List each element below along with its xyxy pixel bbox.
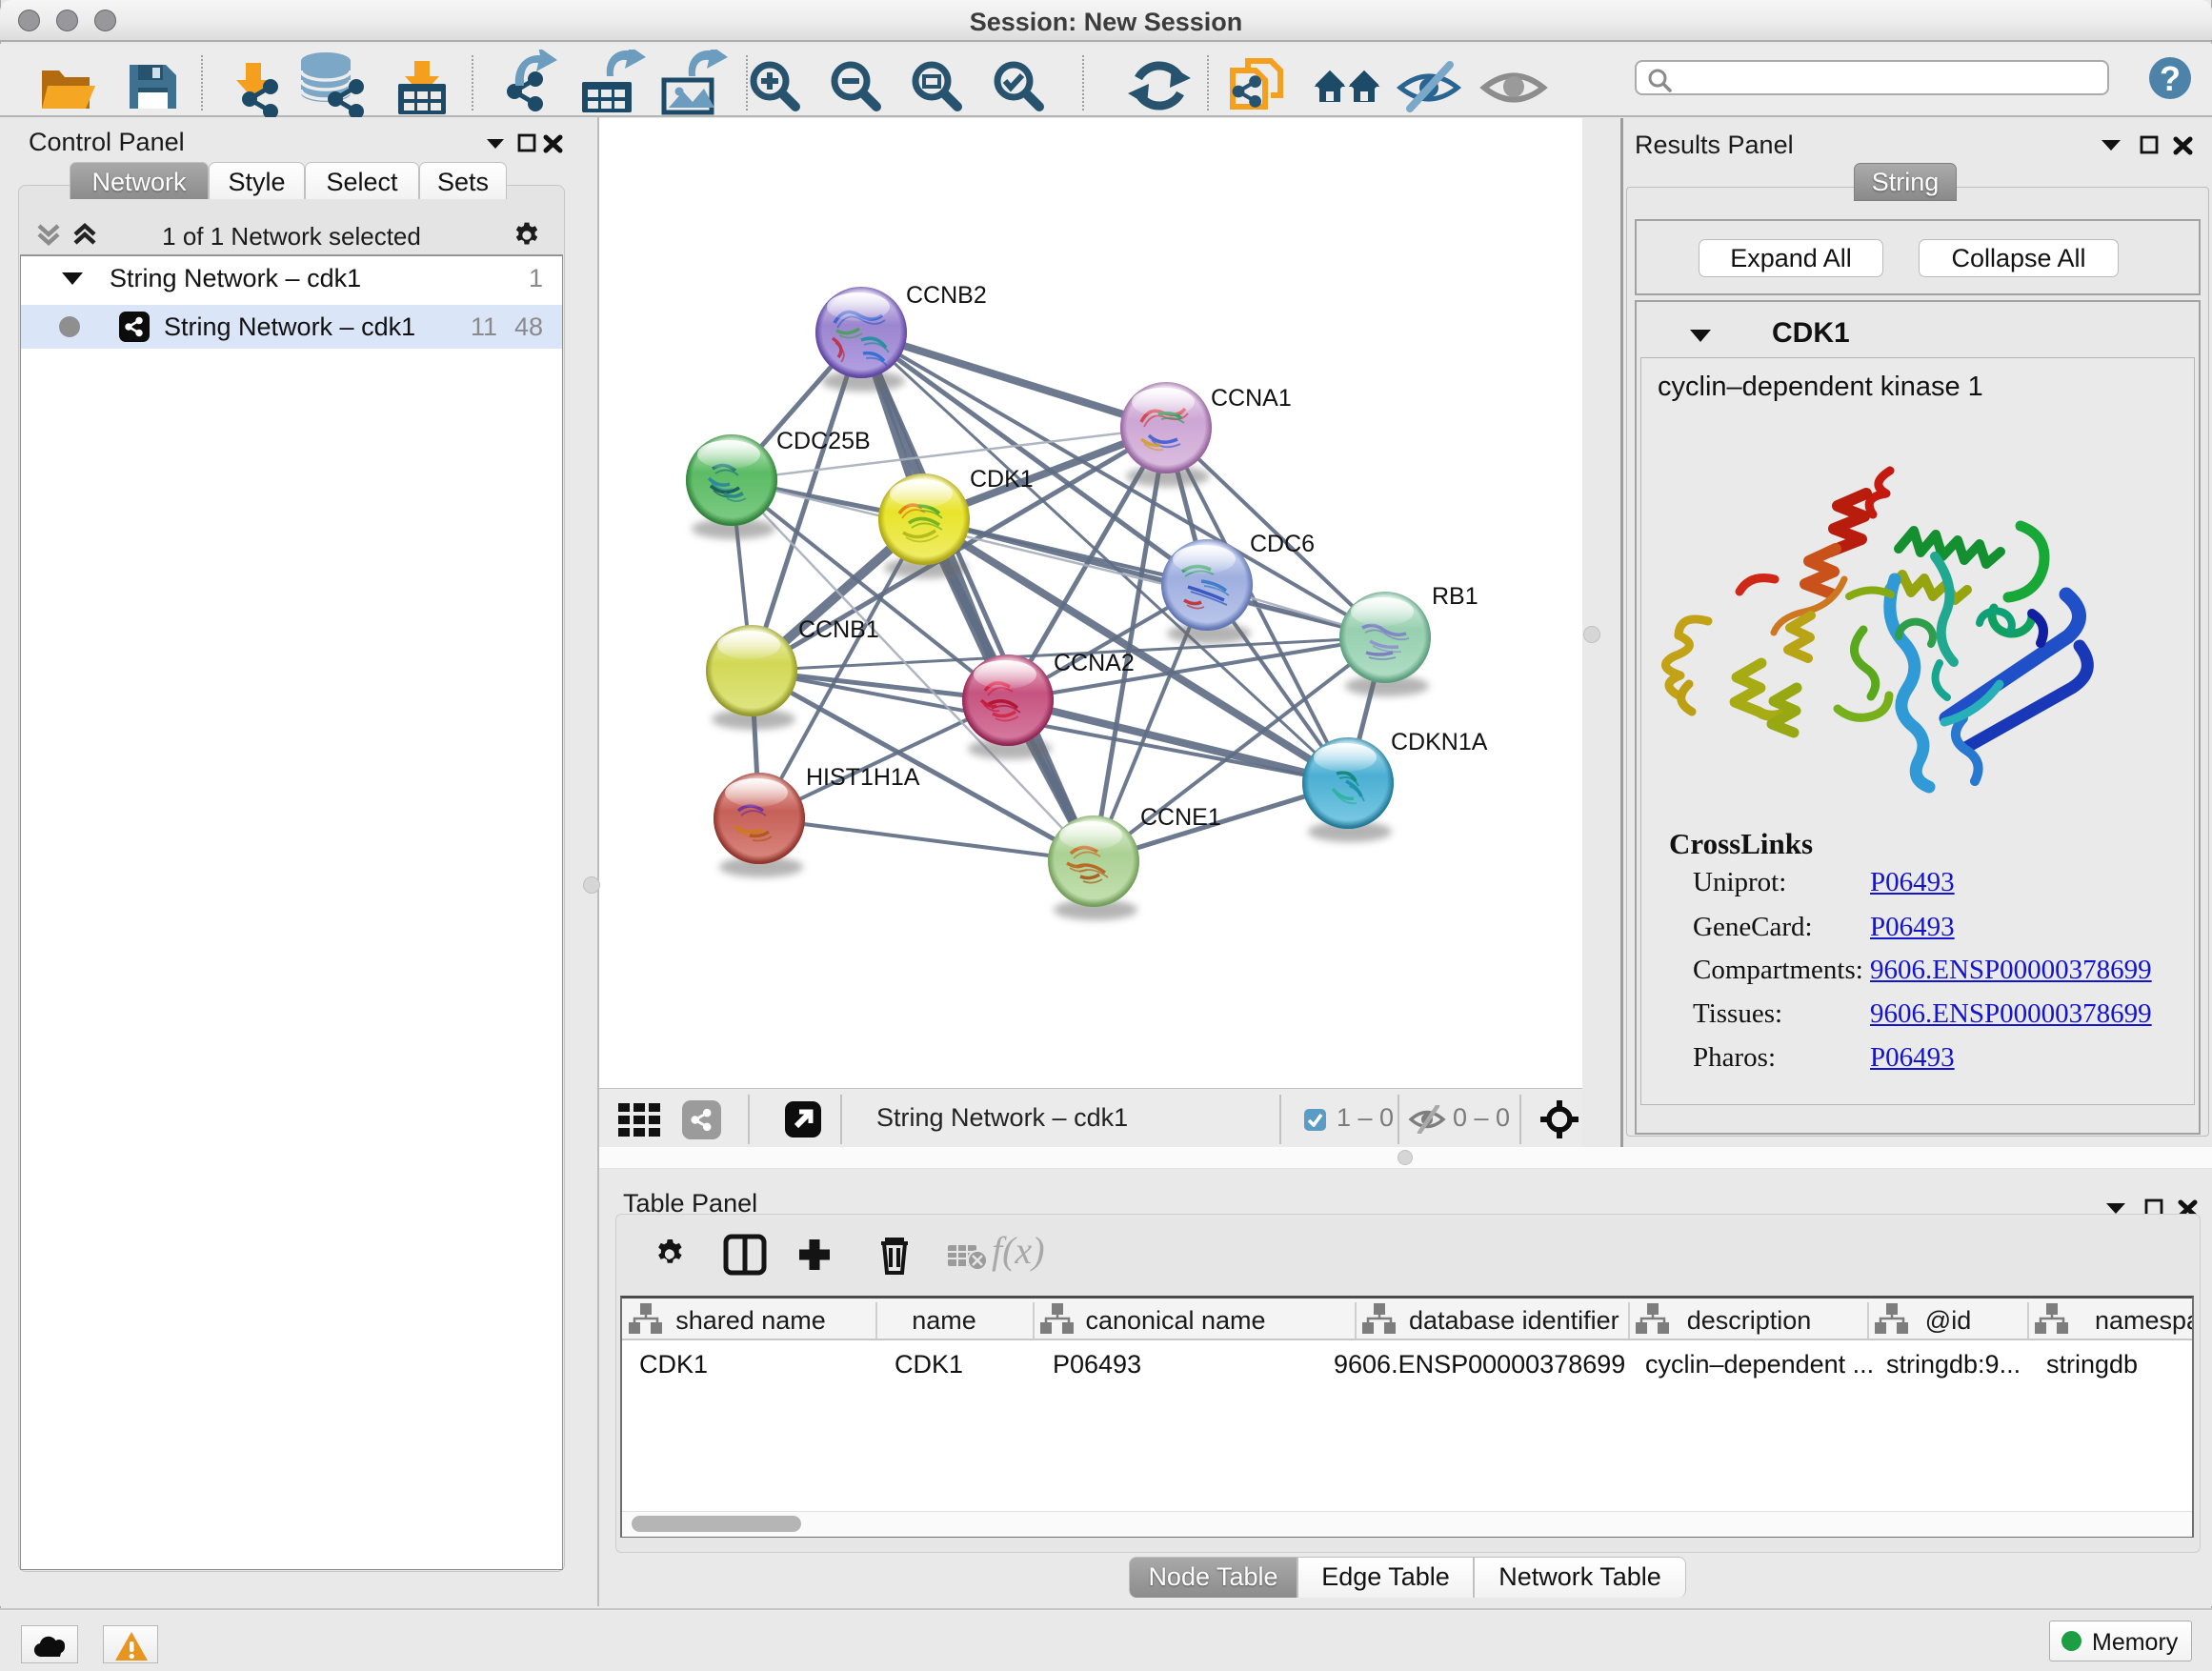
- svg-text:CDK1: CDK1: [970, 466, 1034, 493]
- svg-text:CDC6: CDC6: [1250, 531, 1315, 557]
- svg-text:RB1: RB1: [1432, 583, 1478, 610]
- svg-text:?: ?: [2160, 59, 2181, 98]
- svg-text:@id: @id: [1925, 1306, 1971, 1335]
- svg-text:CDKN1A: CDKN1A: [1391, 729, 1488, 755]
- svg-text:CCNB1: CCNB1: [798, 616, 879, 643]
- svg-text:CDC25B: CDC25B: [776, 428, 871, 454]
- svg-text:CCNA1: CCNA1: [1211, 385, 1292, 412]
- svg-text:description: description: [1687, 1306, 1812, 1335]
- svg-text:HIST1H1A: HIST1H1A: [806, 764, 920, 791]
- svg-text:CCNA2: CCNA2: [1054, 650, 1135, 676]
- svg-text:CCNB2: CCNB2: [906, 282, 987, 309]
- svg-text:CCNE1: CCNE1: [1140, 804, 1221, 831]
- svg-text:namespac: namespac: [2095, 1306, 2192, 1335]
- svg-text:shared name: shared name: [675, 1306, 826, 1335]
- svg-text:canonical name: canonical name: [1085, 1306, 1265, 1335]
- svg-text:name: name: [912, 1306, 976, 1335]
- svg-text:database identifier: database identifier: [1409, 1306, 1619, 1335]
